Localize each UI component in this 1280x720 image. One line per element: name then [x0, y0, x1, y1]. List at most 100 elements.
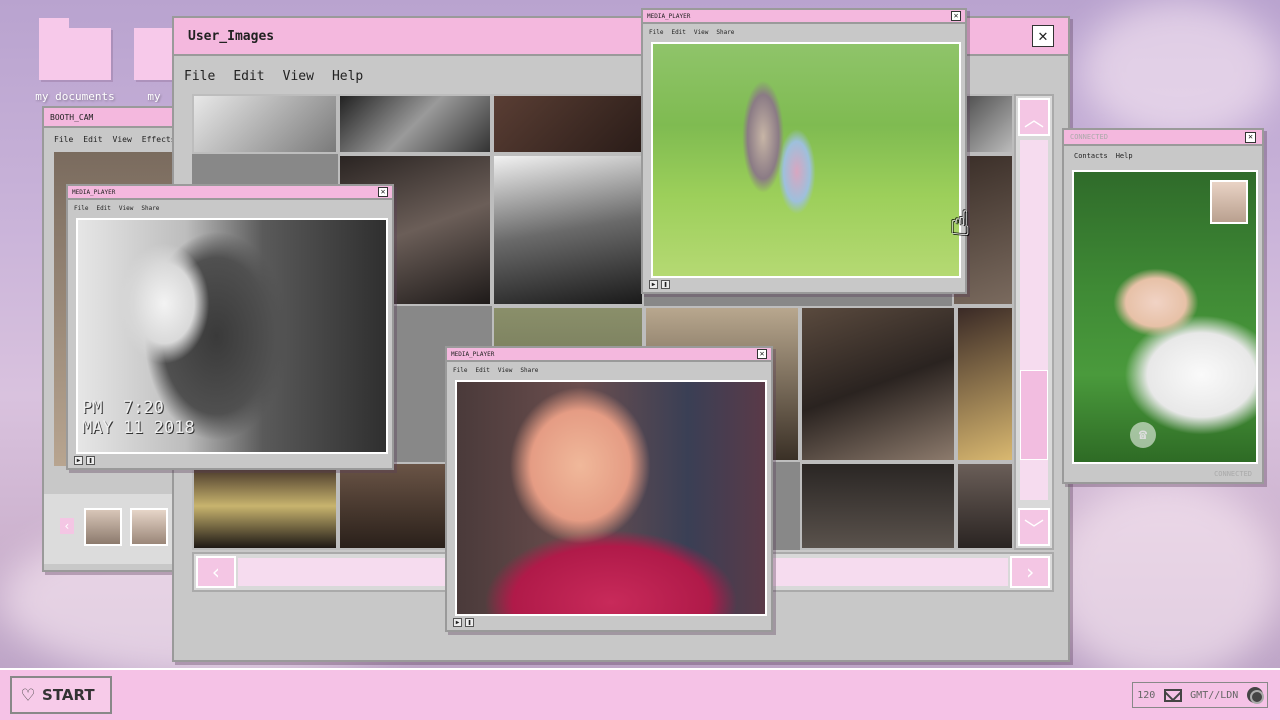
booth-cam-filmstrip: ‹ [44, 494, 180, 564]
mail-icon[interactable] [1163, 688, 1182, 702]
end-call-button[interactable]: ☎ [1130, 422, 1156, 448]
video-call-menubar: Contacts Help [1064, 146, 1262, 166]
video-call-titlebar[interactable]: CONNECTED ✕ [1064, 130, 1262, 146]
menu-help[interactable]: Help [332, 69, 363, 84]
image-tile[interactable] [492, 94, 644, 154]
menu-share[interactable]: Share [520, 367, 538, 374]
window-title: BOOTH_CAM [50, 112, 94, 122]
close-button[interactable]: ✕ [378, 187, 388, 197]
menu-file[interactable]: File [74, 205, 88, 212]
media-player-window: MEDIA_PLAYER ✕ File Edit View Share ▶ ❚ [641, 8, 967, 294]
pause-icon[interactable]: ❚ [661, 280, 670, 289]
window-title: User_Images [188, 28, 275, 44]
chevron-right-icon: › [1023, 560, 1037, 584]
close-button[interactable]: ✕ [1032, 25, 1054, 47]
window-title: MEDIA_PLAYER [451, 350, 495, 358]
image-tile[interactable] [800, 462, 956, 550]
filmstrip-thumbnail[interactable] [130, 508, 168, 546]
taskbar: ♡ START 120 GMT//LDN [0, 668, 1280, 720]
close-button[interactable]: ✕ [951, 11, 961, 21]
media-player-titlebar[interactable]: MEDIA_PLAYER ✕ [68, 186, 392, 200]
play-icon[interactable]: ▶ [649, 280, 658, 289]
video-frame: PM 7:20 MAY 11 2018 [76, 218, 388, 454]
scroll-thumb[interactable] [1020, 370, 1048, 460]
media-player-titlebar[interactable]: MEDIA_PLAYER ✕ [447, 348, 771, 362]
notification-count: 120 [1137, 689, 1156, 701]
video-frame [651, 42, 961, 278]
connection-status: CONNECTED [1214, 470, 1252, 478]
image-tile[interactable] [192, 94, 338, 154]
image-tile[interactable] [956, 462, 1014, 550]
image-tile[interactable] [338, 94, 492, 154]
menu-view[interactable]: View [498, 367, 512, 374]
media-player-titlebar[interactable]: MEDIA_PLAYER ✕ [643, 10, 965, 24]
pause-icon[interactable]: ❚ [465, 618, 474, 627]
image-tile[interactable] [800, 306, 956, 462]
image-tile[interactable] [492, 154, 644, 306]
vertical-scrollbar[interactable]: ︿ ﹀ [1014, 94, 1054, 550]
media-player-menubar: File Edit View Share [447, 362, 771, 378]
menu-view[interactable]: View [113, 135, 132, 144]
cloud [1050, 480, 1280, 680]
menu-contacts[interactable]: Contacts [1074, 152, 1108, 160]
heart-icon: ♡ [22, 683, 35, 707]
filmstrip-thumbnail[interactable] [84, 508, 122, 546]
window-title: CONNECTED [1070, 133, 1108, 141]
menu-edit[interactable]: Edit [475, 367, 489, 374]
timezone-label: GMT//LDN [1190, 689, 1239, 701]
menu-file[interactable]: File [453, 367, 467, 374]
playback-controls: ▶ ❚ [74, 456, 95, 465]
media-player-menubar: File Edit View Share [68, 200, 392, 216]
folder-icon [39, 18, 111, 80]
scroll-left-button[interactable]: ‹ [196, 556, 236, 588]
video-call-window: CONNECTED ✕ Contacts Help ☎ CONNECTED [1062, 128, 1264, 484]
menu-edit[interactable]: Edit [233, 69, 264, 84]
media-player-menubar: File Edit View Share [643, 24, 965, 40]
system-tray: 120 GMT//LDN [1132, 682, 1268, 708]
menu-effects[interactable]: Effects [142, 135, 176, 144]
close-button[interactable]: ✕ [757, 349, 767, 359]
pause-icon[interactable]: ❚ [86, 456, 95, 465]
filmstrip-prev-button[interactable]: ‹ [60, 518, 74, 534]
phone-icon: ☎ [1138, 427, 1148, 443]
menu-file[interactable]: File [184, 69, 215, 84]
play-icon[interactable]: ▶ [453, 618, 462, 627]
start-label: START [42, 686, 95, 704]
timestamp-date: MAY 11 2018 [82, 418, 195, 438]
menu-share[interactable]: Share [141, 205, 159, 212]
window-title: MEDIA_PLAYER [72, 188, 116, 196]
menu-help[interactable]: Help [1116, 152, 1133, 160]
desktop-icon-my-documents[interactable]: my documents [30, 18, 120, 103]
desktop-icon-my[interactable]: my [134, 28, 174, 103]
folder-icon [134, 28, 174, 80]
cloud [1080, 0, 1280, 140]
menu-edit[interactable]: Edit [83, 135, 102, 144]
scroll-track[interactable] [1020, 140, 1048, 500]
menu-share[interactable]: Share [716, 29, 734, 36]
playback-controls: ▶ ❚ [649, 280, 670, 289]
globe-icon[interactable] [1246, 687, 1264, 704]
menu-edit[interactable]: Edit [671, 29, 685, 36]
video-frame [455, 380, 767, 616]
booth-cam-titlebar[interactable]: BOOTH_CAM [44, 108, 180, 128]
desktop-icon-label: my [147, 90, 161, 103]
timestamp-time: PM 7:20 [82, 398, 164, 418]
close-button[interactable]: ✕ [1245, 131, 1256, 143]
image-tile[interactable] [192, 462, 338, 550]
scroll-right-button[interactable]: › [1010, 556, 1050, 588]
video-timestamp: PM 7:20 MAY 11 2018 [82, 398, 195, 438]
image-tile[interactable] [956, 306, 1014, 462]
play-icon[interactable]: ▶ [74, 456, 83, 465]
scroll-up-button[interactable]: ︿ [1018, 98, 1050, 136]
start-button[interactable]: ♡ START [10, 676, 112, 714]
menu-view[interactable]: View [119, 205, 133, 212]
menu-edit[interactable]: Edit [96, 205, 110, 212]
chevron-up-icon: ︿ [1024, 106, 1044, 131]
menu-file[interactable]: File [649, 29, 663, 36]
menu-view[interactable]: View [283, 69, 314, 84]
scroll-down-button[interactable]: ﹀ [1018, 508, 1050, 546]
menu-file[interactable]: File [54, 135, 73, 144]
booth-cam-menubar: File Edit View Effects [44, 128, 180, 150]
menu-view[interactable]: View [694, 29, 708, 36]
chevron-down-icon: ﹀ [1024, 516, 1044, 541]
